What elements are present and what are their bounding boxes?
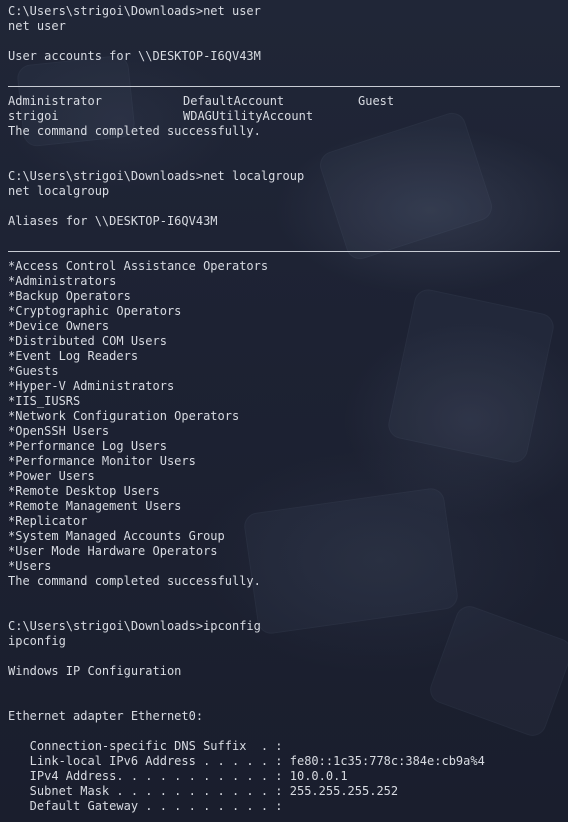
command-echo-net-user: net user [8,19,66,33]
group-item: *Cryptographic Operators [8,304,182,318]
account-name: Administrator [8,94,102,108]
group-item: *Backup Operators [8,289,131,303]
group-item: *Device Owners [8,319,110,333]
adapter-detail-ipv4: IPv4 Address. . . . . . . . . . . : 10.0… [8,769,348,783]
command-echo-net-localgroup: net localgroup [8,184,110,198]
group-item: *Event Log Readers [8,349,139,363]
group-item: *IIS_IUSRS [8,394,81,408]
group-item: *Users [8,559,52,573]
account-name: DefaultAccount [183,94,285,108]
accounts-row: Administrator DefaultAccount Guest [8,94,560,109]
group-item: *User Mode Hardware Operators [8,544,218,558]
command-echo-ipconfig: ipconfig [8,634,66,648]
group-item: *Hyper-V Administrators [8,379,175,393]
ip-config-title: Windows IP Configuration [8,664,182,678]
adapter-heading: Ethernet adapter Ethernet0: [8,709,204,723]
command-prompt-net-user: C:\Users\strigoi\Downloads>net user [8,4,261,18]
group-item: *System Managed Accounts Group [8,529,225,543]
adapter-detail-ipv6: Link-local IPv6 Address . . . . . : fe80… [8,754,485,768]
group-item: *Network Configuration Operators [8,409,240,423]
separator-rule [8,244,560,259]
group-item: *Replicator [8,514,88,528]
status-message: The command completed successfully. [8,574,261,588]
aliases-heading: Aliases for \\DESKTOP-I6QV43M [8,214,218,228]
account-name: Guest [358,94,395,108]
status-message: The command completed successfully. [8,124,261,138]
command-prompt-ipconfig: C:\Users\strigoi\Downloads>ipconfig [8,619,261,633]
account-name: strigoi [8,109,59,123]
terminal-output: C:\Users\strigoi\Downloads>net user net … [8,4,560,814]
account-name: WDAGUtilityAccount [183,109,314,123]
adapter-detail-gateway: Default Gateway . . . . . . . . . : [8,799,283,813]
group-item: *Access Control Assistance Operators [8,259,269,273]
group-item: *Administrators [8,274,117,288]
group-item: *Remote Desktop Users [8,484,160,498]
accounts-row: strigoi WDAGUtilityAccount [8,109,560,124]
group-item: *Distributed COM Users [8,334,167,348]
separator-rule [8,79,560,94]
group-item: *Guests [8,364,59,378]
group-item: *OpenSSH Users [8,424,110,438]
terminal-window[interactable]: C:\Users\strigoi\Downloads>net user net … [0,0,568,822]
group-item: *Performance Log Users [8,439,167,453]
group-item: *Performance Monitor Users [8,454,196,468]
account-name [358,109,533,124]
adapter-detail-subnet: Subnet Mask . . . . . . . . . . . : 255.… [8,784,399,798]
group-list: *Access Control Assistance Operators *Ad… [8,259,560,574]
group-item: *Remote Management Users [8,499,182,513]
group-item: *Power Users [8,469,95,483]
user-accounts-heading: User accounts for \\DESKTOP-I6QV43M [8,49,261,63]
command-prompt-net-localgroup: C:\Users\strigoi\Downloads>net localgrou… [8,169,305,183]
adapter-detail-dns-suffix: Connection-specific DNS Suffix . : [8,739,283,753]
